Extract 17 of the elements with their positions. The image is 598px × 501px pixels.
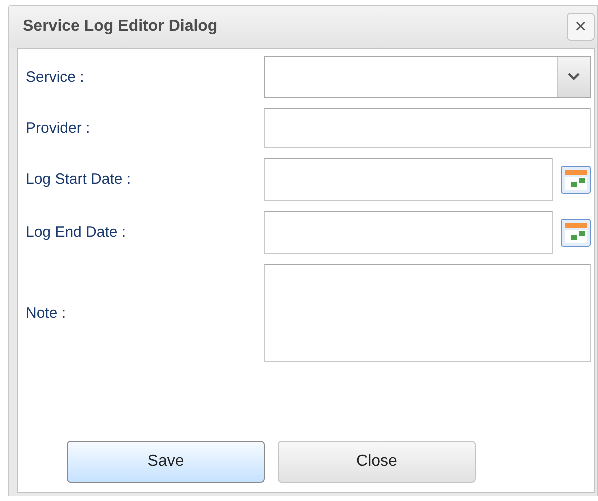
date-field[interactable] — [264, 211, 553, 254]
field-label: Note : — [26, 304, 68, 322]
text-field[interactable] — [264, 108, 591, 148]
field-label: Log Start Date : — [26, 171, 132, 188]
field-label: Provider : — [26, 120, 92, 136]
calendar-icon[interactable] — [561, 218, 591, 246]
field-label: Service : — [26, 68, 86, 86]
window-title: Service Log Editor Dialog — [23, 18, 218, 36]
close-button[interactable]: Close — [278, 441, 476, 483]
note-field[interactable] — [264, 264, 591, 362]
save-button[interactable]: Save — [67, 441, 265, 483]
close-button[interactable]: × — [567, 13, 595, 41]
date-field[interactable] — [264, 158, 553, 201]
chevron-down-icon — [568, 73, 580, 81]
field-label: Log End Date : — [26, 224, 128, 241]
calendar-icon[interactable] — [561, 166, 591, 194]
service-select[interactable] — [264, 56, 591, 98]
